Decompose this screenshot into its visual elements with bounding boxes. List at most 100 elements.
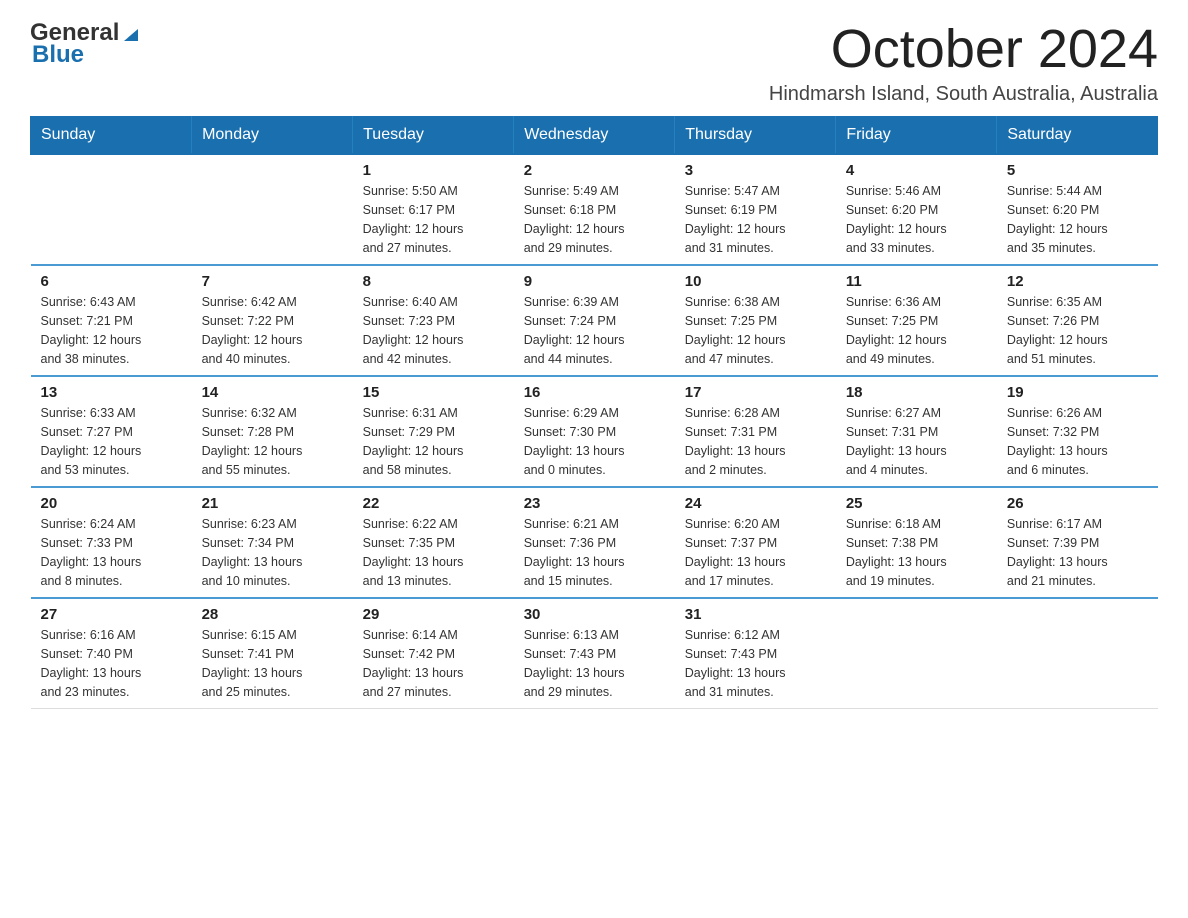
- calendar-day-cell: 27 Sunrise: 6:16 AMSunset: 7:40 PMDayligh…: [31, 598, 192, 709]
- calendar-day-cell: 3Sunrise: 5:47 AMSunset: 6:19 PMDaylight…: [675, 154, 836, 265]
- day-number: 7: [202, 273, 343, 290]
- day-number: 31: [685, 606, 826, 623]
- calendar-body: 1Sunrise: 5:50 AMSunset: 6:17 PMDaylight…: [31, 154, 1159, 709]
- day-number: 2: [524, 162, 665, 179]
- day-of-week-header: Friday: [836, 117, 997, 155]
- calendar-day-cell: 11 Sunrise: 6:36 AMSunset: 7:25 PMDayligh…: [836, 265, 997, 376]
- day-info: Sunrise: 6:42 AMSunset: 7:22 PMDaylight:…: [202, 293, 343, 368]
- calendar-day-cell: 24 Sunrise: 6:20 AMSunset: 7:37 PMDayligh…: [675, 487, 836, 598]
- calendar-day-cell: 12 Sunrise: 6:35 AMSunset: 7:26 PMDayligh…: [997, 265, 1158, 376]
- calendar-day-cell: 15Sunrise: 6:31 AMSunset: 7:29 PMDayligh…: [353, 376, 514, 487]
- calendar-day-cell: [31, 154, 192, 265]
- location-subtitle: Hindmarsh Island, South Australia, Austr…: [769, 83, 1158, 106]
- calendar-day-cell: 9 Sunrise: 6:39 AMSunset: 7:24 PMDaylight…: [514, 265, 675, 376]
- day-info: Sunrise: 6:13 AMSunset: 7:43 PMDaylight:…: [524, 626, 665, 701]
- day-info: Sunrise: 5:50 AMSunset: 6:17 PMDaylight:…: [363, 182, 504, 257]
- day-info: Sunrise: 6:22 AMSunset: 7:35 PMDaylight:…: [363, 515, 504, 590]
- calendar-day-cell: 22 Sunrise: 6:22 AMSunset: 7:35 PMDayligh…: [353, 487, 514, 598]
- calendar-day-cell: 26Sunrise: 6:17 AMSunset: 7:39 PMDayligh…: [997, 487, 1158, 598]
- day-number: 29: [363, 606, 504, 623]
- calendar-day-cell: 25Sunrise: 6:18 AMSunset: 7:38 PMDayligh…: [836, 487, 997, 598]
- title-area: October 2024 Hindmarsh Island, South Aus…: [769, 20, 1158, 106]
- day-info: Sunrise: 6:21 AMSunset: 7:36 PMDaylight:…: [524, 515, 665, 590]
- calendar-day-cell: 1Sunrise: 5:50 AMSunset: 6:17 PMDaylight…: [353, 154, 514, 265]
- calendar-day-cell: 5Sunrise: 5:44 AMSunset: 6:20 PMDaylight…: [997, 154, 1158, 265]
- day-of-week-header: Saturday: [997, 117, 1158, 155]
- day-number: 10: [685, 273, 826, 290]
- day-number: 21: [202, 495, 343, 512]
- day-number: 15: [363, 384, 504, 401]
- day-number: 12: [1007, 273, 1148, 290]
- day-info: Sunrise: 6:33 AMSunset: 7:27 PMDaylight:…: [41, 404, 182, 479]
- calendar-day-cell: 18 Sunrise: 6:27 AMSunset: 7:31 PMDayligh…: [836, 376, 997, 487]
- day-number: 13: [41, 384, 182, 401]
- day-number: 20: [41, 495, 182, 512]
- month-title: October 2024: [769, 20, 1158, 79]
- day-number: 11: [846, 273, 987, 290]
- calendar-day-cell: 20 Sunrise: 6:24 AMSunset: 7:33 PMDayligh…: [31, 487, 192, 598]
- day-number: 28: [202, 606, 343, 623]
- calendar-day-cell: 6 Sunrise: 6:43 AMSunset: 7:21 PMDaylight…: [31, 265, 192, 376]
- day-info: Sunrise: 5:47 AMSunset: 6:19 PMDaylight:…: [685, 182, 826, 257]
- day-number: 27: [41, 606, 182, 623]
- calendar-day-cell: 21 Sunrise: 6:23 AMSunset: 7:34 PMDayligh…: [192, 487, 353, 598]
- calendar-day-cell: [997, 598, 1158, 709]
- day-info: Sunrise: 6:16 AMSunset: 7:40 PMDaylight:…: [41, 626, 182, 701]
- day-info: Sunrise: 6:38 AMSunset: 7:25 PMDaylight:…: [685, 293, 826, 368]
- logo-arrow-icon: [122, 25, 140, 43]
- day-number: 14: [202, 384, 343, 401]
- page-header: General Blue October 2024 Hindmarsh Isla…: [30, 20, 1158, 106]
- day-number: 22: [363, 495, 504, 512]
- day-info: Sunrise: 6:24 AMSunset: 7:33 PMDaylight:…: [41, 515, 182, 590]
- calendar-day-cell: 14 Sunrise: 6:32 AMSunset: 7:28 PMDayligh…: [192, 376, 353, 487]
- day-number: 9: [524, 273, 665, 290]
- day-info: Sunrise: 6:15 AMSunset: 7:41 PMDaylight:…: [202, 626, 343, 701]
- calendar-day-cell: 29 Sunrise: 6:14 AMSunset: 7:42 PMDayligh…: [353, 598, 514, 709]
- calendar-day-cell: 10 Sunrise: 6:38 AMSunset: 7:25 PMDayligh…: [675, 265, 836, 376]
- day-info: Sunrise: 6:17 AMSunset: 7:39 PMDaylight:…: [1007, 515, 1148, 590]
- day-of-week-header: Tuesday: [353, 117, 514, 155]
- day-info: Sunrise: 6:20 AMSunset: 7:37 PMDaylight:…: [685, 515, 826, 590]
- day-info: Sunrise: 6:26 AMSunset: 7:32 PMDaylight:…: [1007, 404, 1148, 479]
- day-info: Sunrise: 6:36 AMSunset: 7:25 PMDaylight:…: [846, 293, 987, 368]
- day-number: 18: [846, 384, 987, 401]
- day-number: 24: [685, 495, 826, 512]
- day-number: 30: [524, 606, 665, 623]
- day-info: Sunrise: 6:32 AMSunset: 7:28 PMDaylight:…: [202, 404, 343, 479]
- day-info: Sunrise: 6:43 AMSunset: 7:21 PMDaylight:…: [41, 293, 182, 368]
- calendar-day-cell: 30 Sunrise: 6:13 AMSunset: 7:43 PMDayligh…: [514, 598, 675, 709]
- calendar-day-cell: 13 Sunrise: 6:33 AMSunset: 7:27 PMDayligh…: [31, 376, 192, 487]
- calendar-header: SundayMondayTuesdayWednesdayThursdayFrid…: [31, 117, 1159, 155]
- day-number: 6: [41, 273, 182, 290]
- calendar-week-row: 6 Sunrise: 6:43 AMSunset: 7:21 PMDaylight…: [31, 265, 1159, 376]
- day-info: Sunrise: 6:14 AMSunset: 7:42 PMDaylight:…: [363, 626, 504, 701]
- calendar-day-cell: [192, 154, 353, 265]
- day-info: Sunrise: 6:28 AMSunset: 7:31 PMDaylight:…: [685, 404, 826, 479]
- day-info: Sunrise: 5:44 AMSunset: 6:20 PMDaylight:…: [1007, 182, 1148, 257]
- day-number: 23: [524, 495, 665, 512]
- calendar-day-cell: 16Sunrise: 6:29 AMSunset: 7:30 PMDayligh…: [514, 376, 675, 487]
- day-info: Sunrise: 6:29 AMSunset: 7:30 PMDaylight:…: [524, 404, 665, 479]
- day-info: Sunrise: 6:27 AMSunset: 7:31 PMDaylight:…: [846, 404, 987, 479]
- day-number: 4: [846, 162, 987, 179]
- day-number: 8: [363, 273, 504, 290]
- calendar-day-cell: 7 Sunrise: 6:42 AMSunset: 7:22 PMDaylight…: [192, 265, 353, 376]
- calendar-day-cell: 17Sunrise: 6:28 AMSunset: 7:31 PMDayligh…: [675, 376, 836, 487]
- day-info: Sunrise: 6:35 AMSunset: 7:26 PMDaylight:…: [1007, 293, 1148, 368]
- calendar-day-cell: 2Sunrise: 5:49 AMSunset: 6:18 PMDaylight…: [514, 154, 675, 265]
- calendar-day-cell: [836, 598, 997, 709]
- day-info: Sunrise: 6:39 AMSunset: 7:24 PMDaylight:…: [524, 293, 665, 368]
- day-info: Sunrise: 6:12 AMSunset: 7:43 PMDaylight:…: [685, 626, 826, 701]
- calendar-week-row: 13 Sunrise: 6:33 AMSunset: 7:27 PMDayligh…: [31, 376, 1159, 487]
- calendar-week-row: 1Sunrise: 5:50 AMSunset: 6:17 PMDaylight…: [31, 154, 1159, 265]
- day-of-week-header: Monday: [192, 117, 353, 155]
- day-info: Sunrise: 6:23 AMSunset: 7:34 PMDaylight:…: [202, 515, 343, 590]
- calendar-table: SundayMondayTuesdayWednesdayThursdayFrid…: [30, 116, 1158, 709]
- calendar-day-cell: 23 Sunrise: 6:21 AMSunset: 7:36 PMDayligh…: [514, 487, 675, 598]
- day-number: 25: [846, 495, 987, 512]
- day-of-week-header: Thursday: [675, 117, 836, 155]
- calendar-week-row: 27 Sunrise: 6:16 AMSunset: 7:40 PMDayligh…: [31, 598, 1159, 709]
- calendar-day-cell: 8Sunrise: 6:40 AMSunset: 7:23 PMDaylight…: [353, 265, 514, 376]
- day-of-week-header: Wednesday: [514, 117, 675, 155]
- day-number: 19: [1007, 384, 1148, 401]
